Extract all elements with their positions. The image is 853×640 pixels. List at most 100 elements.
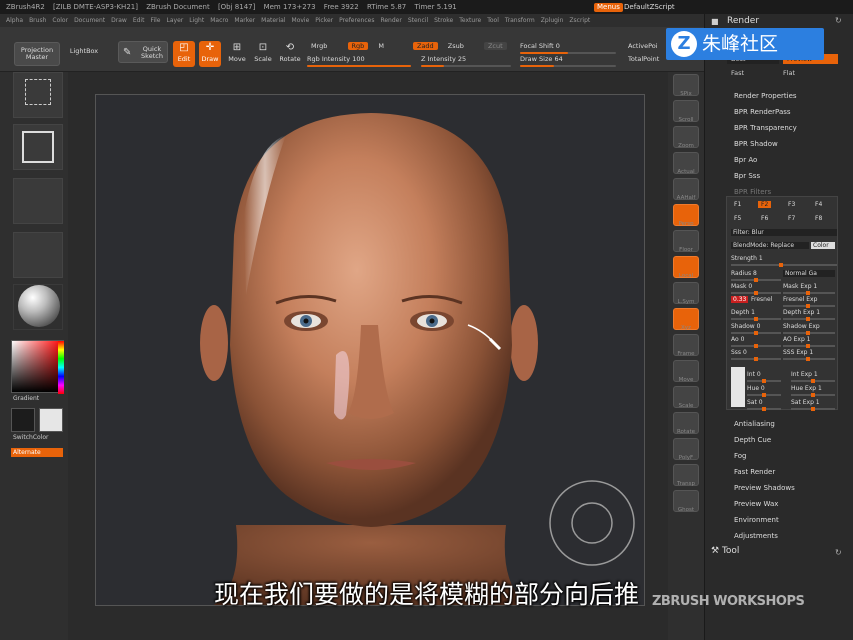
int-exp-slider-knob[interactable] <box>810 379 815 383</box>
render-item-bpr-sss[interactable]: Bpr Sss <box>734 172 760 180</box>
menu-item-color[interactable]: Color <box>52 17 68 24</box>
render-menu-title[interactable]: Render <box>727 16 759 26</box>
zadd-toggle[interactable]: Zadd <box>413 42 438 50</box>
menu-item-marker[interactable]: Marker <box>234 17 255 24</box>
menu-item-texture[interactable]: Texture <box>459 17 481 24</box>
menu-item-light[interactable]: Light <box>189 17 204 24</box>
render-item-antialiasing[interactable]: Antialiasing <box>734 420 775 428</box>
render-item-bpr-shadow[interactable]: BPR Shadow <box>734 140 778 148</box>
blend-mode-dropdown[interactable]: BlendMode: Replace <box>731 242 809 249</box>
color-picker[interactable] <box>11 340 64 394</box>
render-item-fast-render[interactable]: Fast Render <box>734 468 775 476</box>
flat-render-button[interactable]: Flat <box>783 69 795 77</box>
menu-item-edit[interactable]: Edit <box>133 17 145 24</box>
menu-item-document[interactable]: Document <box>74 17 105 24</box>
render-item-render-properties[interactable]: Render Properties <box>734 92 797 100</box>
zsub-toggle[interactable]: Zsub <box>444 42 468 50</box>
alpha-thumbnail[interactable] <box>13 178 63 224</box>
menu-item-zplugin[interactable]: Zplugin <box>541 17 564 24</box>
menu-item-macro[interactable]: Macro <box>210 17 228 24</box>
fresnel-exp-slider[interactable]: Fresnel Exp <box>783 296 835 303</box>
menu-item-brush[interactable]: Brush <box>29 17 46 24</box>
render-item-bpr-renderpass[interactable]: BPR RenderPass <box>734 108 791 116</box>
alternate-button[interactable]: Alternate <box>11 448 63 457</box>
hue-exp-slider-knob[interactable] <box>810 393 815 397</box>
gradient-label[interactable]: Gradient <box>13 395 39 402</box>
shadow-slider[interactable]: Shadow 0 <box>731 323 781 330</box>
filter-name-label[interactable]: Filter: Blur <box>731 229 837 236</box>
main-color-swatch[interactable] <box>11 408 35 432</box>
menu-item-preferences[interactable]: Preferences <box>339 17 374 24</box>
draw-mode-button[interactable]: ✛ Draw <box>199 41 221 67</box>
radius-slider-knob[interactable] <box>753 278 758 282</box>
rgb-toggle[interactable]: Rgb <box>347 42 369 50</box>
mask-slider[interactable]: Mask 0 <box>731 283 781 290</box>
menu-item-layer[interactable]: Layer <box>167 17 184 24</box>
menu-item-zscript[interactable]: Zscript <box>569 17 590 24</box>
rotate-mode-button[interactable]: ⟲ Rotate <box>279 41 301 67</box>
int-slider-knob[interactable] <box>762 379 767 383</box>
menu-item-picker[interactable]: Picker <box>315 17 333 24</box>
quick-sketch-button[interactable]: ✎ Quick Sketch <box>118 41 168 63</box>
normal-gain-button[interactable]: Normal Ga <box>783 270 835 277</box>
stroke-thumbnail[interactable] <box>13 124 63 170</box>
secondary-color-swatch[interactable] <box>39 408 63 432</box>
scale-mode-button[interactable]: ⊡ Scale <box>253 41 273 67</box>
filter-slot-f6[interactable]: F6 <box>758 215 771 222</box>
ao-slider[interactable]: Ao 0 <box>731 336 781 343</box>
menu-item-draw[interactable]: Draw <box>111 17 127 24</box>
int-exp-slider[interactable]: Int Exp 1 <box>791 371 835 378</box>
filter-color-swatch[interactable]: Color <box>811 242 835 249</box>
filter-slot-f2[interactable]: F2 <box>758 201 772 208</box>
hue-slider-knob[interactable] <box>762 393 767 397</box>
projection-master-button[interactable]: Projection Master <box>14 42 60 66</box>
strength-slider[interactable]: Strength 1 <box>731 255 837 262</box>
menus-toggle-button[interactable]: Menus <box>594 3 623 12</box>
sss-exp-slider-knob[interactable] <box>806 357 811 361</box>
filter-slot-f7[interactable]: F7 <box>785 215 798 222</box>
depth-exp-slider[interactable]: Depth Exp 1 <box>783 309 835 316</box>
z-intensity-slider[interactable]: Z Intensity 25 <box>421 55 511 67</box>
mask-slider-knob[interactable] <box>753 291 758 295</box>
sss-slider-knob[interactable] <box>753 357 758 361</box>
tool-menu[interactable]: ⚒ Tool <box>711 546 739 556</box>
menu-item-stencil[interactable]: Stencil <box>408 17 428 24</box>
sss-slider[interactable]: Sss 0 <box>731 349 781 356</box>
sat-exp-slider-knob[interactable] <box>810 407 815 411</box>
render-item-preview-wax[interactable]: Preview Wax <box>734 500 778 508</box>
texture-thumbnail[interactable] <box>13 232 63 278</box>
sat-slider[interactable]: Sat 0 <box>747 399 781 406</box>
render-item-adjustments[interactable]: Adjustments <box>734 532 778 540</box>
fresnel-exp-slider-knob[interactable] <box>806 304 811 308</box>
menu-item-file[interactable]: File <box>150 17 160 24</box>
render-item-bpr-filters[interactable]: BPR Filters <box>734 188 771 196</box>
fast-render-button[interactable]: Fast <box>731 69 744 77</box>
render-item-bpr-ao[interactable]: Bpr Ao <box>734 156 757 164</box>
m-toggle[interactable]: M <box>374 42 388 50</box>
move-mode-button[interactable]: ⊞ Move <box>227 41 247 67</box>
render-item-bpr-transparency[interactable]: BPR Transparency <box>734 124 797 132</box>
mrgb-toggle[interactable]: Mrgb <box>307 42 331 50</box>
depth-exp-slider-knob[interactable] <box>806 317 811 321</box>
sat-exp-slider[interactable]: Sat Exp 1 <box>791 399 835 406</box>
zcut-toggle[interactable]: Zcut <box>483 42 507 50</box>
strength-slider-knob[interactable] <box>778 263 783 267</box>
shadow-exp-slider-knob[interactable] <box>806 331 811 335</box>
draw-size-slider[interactable]: Draw Size 64 <box>520 55 616 67</box>
filter-slot-f5[interactable]: F5 <box>731 215 744 222</box>
mask-exp-slider-knob[interactable] <box>806 291 811 295</box>
document-canvas[interactable] <box>95 94 645 606</box>
filter-slot-f1[interactable]: F1 <box>731 201 744 208</box>
menu-item-material[interactable]: Material <box>261 17 285 24</box>
ao-slider-knob[interactable] <box>753 344 758 348</box>
shadow-slider-knob[interactable] <box>753 331 758 335</box>
sat-slider-knob[interactable] <box>762 407 767 411</box>
render-refresh-icon[interactable]: ↻ <box>835 16 842 25</box>
mask-exp-slider[interactable]: Mask Exp 1 <box>783 283 835 290</box>
render-item-preview-shadows[interactable]: Preview Shadows <box>734 484 795 492</box>
lightbox-button[interactable]: LightBox <box>64 47 104 61</box>
render-item-depth-cue[interactable]: Depth Cue <box>734 436 771 444</box>
ao-exp-slider[interactable]: AO Exp 1 <box>783 336 835 343</box>
shadow-exp-slider[interactable]: Shadow Exp <box>783 323 835 330</box>
material-thumbnail[interactable] <box>13 284 63 330</box>
